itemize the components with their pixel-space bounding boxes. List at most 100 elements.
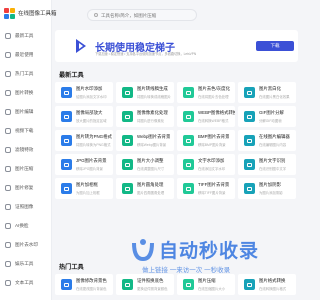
tool-card-text: 图片压缩 在线压缩图片大小 bbox=[198, 278, 225, 291]
tool-description: 在线将图片去色处理 bbox=[198, 94, 229, 99]
tool-card[interactable]: 证件照换底色 更换证件照背景颜色 bbox=[116, 274, 174, 295]
tool-name: 图片圆角处理 bbox=[137, 182, 164, 188]
edit-icon bbox=[5, 108, 11, 115]
tool-image-icon bbox=[122, 279, 133, 290]
tool-card[interactable]: 图片转线稿生成 将图片转换成线稿图片 bbox=[116, 82, 174, 103]
tool-image-icon bbox=[183, 279, 194, 290]
hot-tools-grid: 图像修改背景色 在线更改图片背景色 证件照换底色 更换证件照背景颜色 图片压缩 在线压缩图… bbox=[55, 274, 298, 295]
tool-name: 图片大小调整 bbox=[137, 158, 164, 164]
sidebar-item[interactable]: 图片去水印 bbox=[0, 235, 51, 254]
sidebar-item-label: 滤镜特效 bbox=[15, 146, 34, 152]
tool-name: 图片压缩 bbox=[198, 278, 216, 284]
sidebar-item[interactable]: 图片修复 bbox=[0, 178, 51, 197]
tool-card[interactable]: Webp图片去背景 移除Webp图片背景 bbox=[116, 130, 174, 151]
tool-card[interactable]: 图片圆角处理 图片四角圆角处理 bbox=[116, 178, 174, 199]
sidebar-item-label: AI换脸 bbox=[15, 222, 29, 228]
sidebar-item[interactable]: 证照图像 bbox=[0, 197, 51, 216]
tool-description: 在线图片黑白化效果 bbox=[259, 94, 290, 99]
tool-description: 在线更改图片背景色 bbox=[76, 286, 107, 291]
sidebar-item[interactable]: 最近使用 bbox=[0, 45, 51, 64]
tool-card[interactable]: GIF图片分解 分解GIF动图帧 bbox=[238, 106, 296, 127]
tool-card-text: 在线图片编辑器 在线编辑图片内容 bbox=[259, 134, 290, 147]
tool-card[interactable]: 图片加相框 为图片加上相框 bbox=[55, 178, 113, 199]
sidebar-item-label: 图片压缩 bbox=[15, 165, 34, 171]
tool-card-text: 图片去色/灰度化 在线将图片去色处理 bbox=[198, 86, 230, 99]
tool-image-icon bbox=[183, 159, 194, 170]
tool-description: 给图片添加文字水印 bbox=[76, 94, 107, 99]
tool-name: 图片文字识别 bbox=[259, 158, 286, 164]
banner-subtitle: 下载加速 • 稳定快速 • 支持各平台使用加速节点，多线路切换，LetsVPN bbox=[95, 52, 197, 56]
tool-card[interactable]: 图像像素化处理 将图片进行像素化 bbox=[116, 106, 174, 127]
tool-description: 移除BMP图片背景 bbox=[198, 142, 226, 147]
tool-card[interactable]: JPG图片去背景 移除JPG图片背景 bbox=[55, 154, 113, 175]
tool-description: 在线调整图片尺寸 bbox=[137, 166, 165, 171]
tool-description: 图片四角圆角处理 bbox=[137, 190, 165, 195]
tool-image-icon bbox=[61, 183, 72, 194]
history-icon bbox=[5, 51, 11, 58]
tool-card[interactable]: 图片文字识别 在线识别图中文字 bbox=[238, 154, 296, 175]
tool-image-icon bbox=[122, 159, 133, 170]
sidebar-item[interactable]: 视频下载 bbox=[0, 121, 51, 140]
tool-card[interactable]: 图片水印添加 给图片添加文字水印 bbox=[55, 82, 113, 103]
tool-name: 图片格式转换 bbox=[259, 278, 286, 284]
tool-card-text: 图片大小调整 在线调整图片尺寸 bbox=[137, 158, 164, 171]
sidebar-item[interactable]: 图片编辑 bbox=[0, 102, 51, 121]
tool-card[interactable]: TIFF图片去背景 移除TIFF图片背景 bbox=[177, 178, 235, 199]
tool-card-text: 图片加相框 为图片加上相框 bbox=[76, 182, 100, 195]
tool-card-text: 图片圆角处理 图片四角圆角处理 bbox=[137, 182, 164, 195]
tool-card[interactable]: 图片压缩 在线压缩图片大小 bbox=[177, 274, 235, 295]
sidebar-item[interactable]: 热门工具 bbox=[0, 64, 51, 83]
sidebar-item-label: 证照图像 bbox=[15, 203, 34, 209]
tool-description: 移除TIFF图片背景 bbox=[198, 190, 226, 195]
convert-icon bbox=[5, 89, 11, 96]
tool-description: 在线添加文字水印 bbox=[198, 166, 226, 171]
tool-card[interactable]: 图片黑白化 在线图片黑白化效果 bbox=[238, 82, 296, 103]
tool-card[interactable]: 图像局部放大 放大图片的指定区域 bbox=[55, 106, 113, 127]
tool-image-icon bbox=[244, 279, 255, 290]
tool-card-text: 文字水印添加 在线添加文字水印 bbox=[198, 158, 225, 171]
sidebar-item[interactable]: 娱乐工具 bbox=[0, 254, 51, 273]
tool-name: GIF图片分解 bbox=[259, 110, 284, 116]
tool-card[interactable]: 图片格式转换 在线转换图片格式 bbox=[238, 274, 296, 295]
app-title: 在线图像工具箱 bbox=[18, 11, 57, 17]
sidebar-item[interactable]: 图片转换 bbox=[0, 83, 51, 102]
tool-image-icon bbox=[244, 183, 255, 194]
sidebar-item-label: 图片去水印 bbox=[15, 241, 38, 247]
tool-card-text: 图片转为PNG格式 将图片转换为PNG格式 bbox=[76, 134, 112, 147]
sidebar-item-label: 图片修复 bbox=[15, 184, 34, 190]
sidebar-item[interactable]: AI换脸 bbox=[0, 216, 51, 235]
tool-image-icon bbox=[244, 87, 255, 98]
tool-description: 在线编辑图片内容 bbox=[259, 142, 287, 147]
tool-image-icon bbox=[244, 159, 255, 170]
repair-icon bbox=[5, 184, 11, 191]
ad-banner[interactable]: 长期使用稳定梯子 下载加速 • 稳定快速 • 支持各平台使用加速节点，多线路切换… bbox=[55, 30, 298, 62]
tool-card[interactable]: 文字水印添加 在线添加文字水印 bbox=[177, 154, 235, 175]
sidebar-item-label: 最近使用 bbox=[15, 51, 34, 57]
tool-name: 图片加阴影 bbox=[259, 182, 281, 188]
sidebar-item[interactable]: 文本工具 bbox=[0, 273, 51, 292]
search-input[interactable] bbox=[101, 12, 191, 18]
main-content: 长期使用稳定梯子 下载加速 • 稳定快速 • 支持各平台使用加速节点，多线路切换… bbox=[52, 0, 300, 300]
tool-description: 在线识别图中文字 bbox=[259, 166, 287, 171]
banner-download-button[interactable]: 下载 bbox=[256, 41, 294, 51]
sidebar-item[interactable]: 图片压缩 bbox=[0, 159, 51, 178]
fun-icon bbox=[5, 260, 11, 267]
tool-name: BMP图片去背景 bbox=[198, 134, 230, 140]
tool-card[interactable]: 图片去色/灰度化 在线将图片去色处理 bbox=[177, 82, 235, 103]
tool-card[interactable]: BMP图片去背景 移除BMP图片背景 bbox=[177, 130, 235, 151]
tool-description: 将图片转换为PNG格式 bbox=[76, 142, 111, 147]
tool-card[interactable]: 图片加阴影 为图片添加阴影 bbox=[238, 178, 296, 199]
tool-card[interactable]: 图片大小调整 在线调整图片尺寸 bbox=[116, 154, 174, 175]
tool-card-text: 图像像素化处理 将图片进行像素化 bbox=[137, 110, 168, 123]
tool-name: 文字水印添加 bbox=[198, 158, 225, 164]
section-title-latest: 最新工具 bbox=[59, 72, 84, 79]
sidebar-item[interactable]: 滤镜特效 bbox=[0, 140, 51, 159]
tool-card[interactable]: 在线图片编辑器 在线编辑图片内容 bbox=[238, 130, 296, 151]
sidebar-item[interactable]: 最新工具 bbox=[0, 26, 51, 45]
tool-card[interactable]: WEBP图像格式转换 在线转换WEBP格式 bbox=[177, 106, 235, 127]
tool-card[interactable]: 图片转为PNG格式 将图片转换为PNG格式 bbox=[55, 130, 113, 151]
tool-image-icon bbox=[244, 135, 255, 146]
search-box[interactable] bbox=[87, 9, 197, 21]
app-logo[interactable]: 在线图像工具箱 bbox=[0, 0, 60, 22]
tool-card[interactable]: 图像修改背景色 在线更改图片背景色 bbox=[55, 274, 113, 295]
